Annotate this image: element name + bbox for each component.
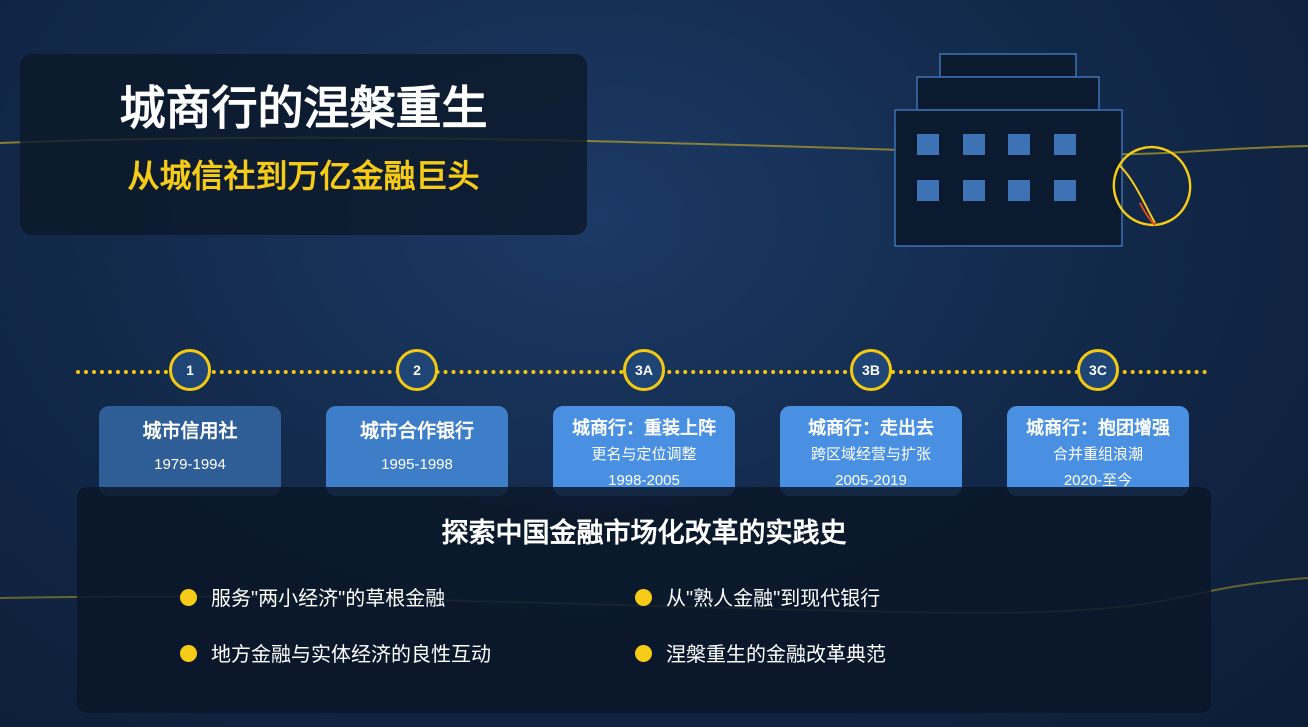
stage-date: 1979-1994 (154, 456, 226, 473)
summary-point-text: 地方金融与实体经济的良性互动 (211, 644, 491, 666)
stage-description: 跨区域经营与扩张 (810, 446, 931, 463)
summary-point-text: 服务"两小经济"的草根金融 (211, 588, 446, 610)
stage-card-3a: 城商行：重装上阵 更名与定位调整 1998-2005 (553, 406, 735, 496)
bullet-dot-icon (180, 589, 197, 607)
stage-date: 1995-1998 (381, 456, 453, 473)
summary-point-text: 从"熟人金融"到现代银行 (666, 588, 881, 610)
stage-description: 合并重组浪潮 (1052, 446, 1143, 463)
summary-point: 涅槃重生的金融改革典范 (635, 642, 886, 668)
timeline-node-2: 2 (396, 349, 438, 391)
stage-description: 更名与定位调整 (591, 446, 697, 463)
stage-card-1: 城市信用社 1979-1994 (99, 406, 281, 496)
summary-point: 服务"两小经济"的草根金融 (180, 586, 445, 612)
summary-panel: 探索中国金融市场化改革的实践史 服务"两小经济"的草根金融 从"熟人金融"到现代… (77, 487, 1211, 713)
stage-title: 城市合作银行 (359, 421, 474, 442)
page-title: 城商行的涅槃重生 (119, 82, 488, 134)
timeline-node-1: 1 (169, 349, 211, 391)
stage-title: 城商行：走出去 (808, 418, 934, 438)
bullet-dot-icon (180, 645, 197, 663)
summary-title: 探索中国金融市场化改革的实践史 (441, 518, 847, 548)
bullet-dot-icon (635, 645, 652, 663)
summary-point: 地方金融与实体经济的良性互动 (180, 642, 491, 668)
timeline-node-3c: 3C (1077, 349, 1119, 391)
stage-title: 城市信用社 (142, 421, 238, 442)
summary-point: 从"熟人金融"到现代银行 (635, 586, 880, 612)
title-panel: 城商行的涅槃重生 从城信社到万亿金融巨头 (20, 54, 587, 235)
stage-card-3b: 城商行：走出去 跨区域经营与扩张 2005-2019 (780, 406, 962, 496)
stage-title: 城商行：抱团增强 (1026, 418, 1170, 438)
bullet-dot-icon (635, 589, 652, 607)
stage-title: 城商行：重装上阵 (572, 418, 716, 438)
timeline-node-3b: 3B (850, 349, 892, 391)
stage-card-2: 城市合作银行 1995-1998 (326, 406, 508, 496)
summary-point-text: 涅槃重生的金融改革典范 (666, 644, 886, 666)
stage-card-3c: 城商行：抱团增强 合并重组浪潮 2020-至今 (1007, 406, 1189, 496)
timeline-node-3a: 3A (623, 349, 665, 391)
bank-building-icon (894, 53, 1192, 247)
page-subtitle: 从城信社到万亿金融巨头 (127, 158, 480, 194)
